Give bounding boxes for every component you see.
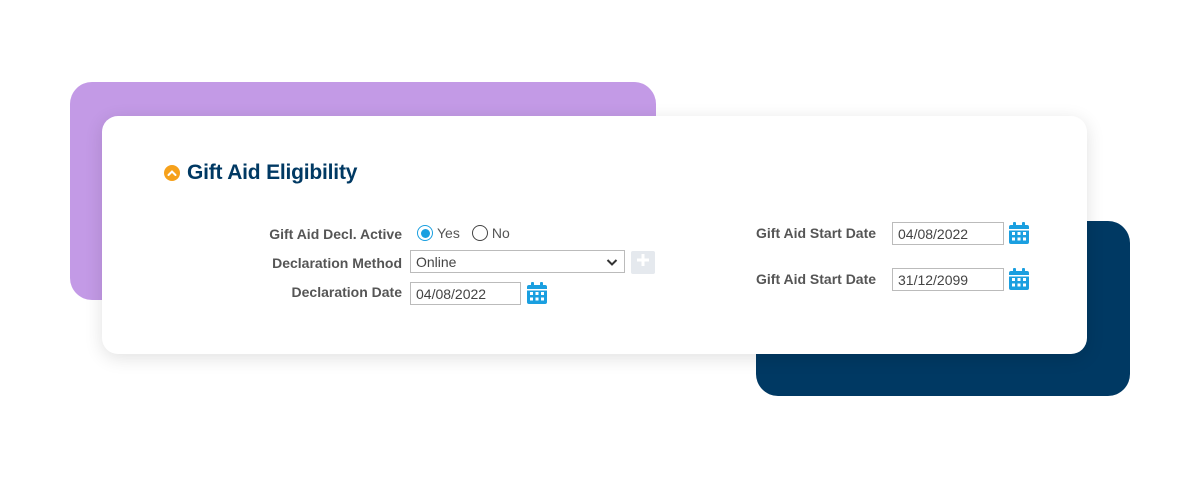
- chevron-up-icon[interactable]: [164, 165, 180, 181]
- section-header: Gift Aid Eligibility: [164, 161, 357, 185]
- end-date-value: 31/12/2099: [898, 271, 969, 288]
- end-date-input[interactable]: 31/12/2099: [892, 268, 1004, 291]
- declaration-method-value: Online: [416, 253, 457, 270]
- start-date-value: 04/08/2022: [898, 225, 969, 242]
- plus-icon: [636, 253, 650, 272]
- add-button[interactable]: [631, 251, 655, 274]
- declaration-date-label: Declaration Date: [291, 284, 402, 300]
- calendar-icon[interactable]: [1008, 267, 1030, 291]
- decl-active-radio-group: Yes No: [417, 225, 522, 241]
- declaration-date-value: 04/08/2022: [416, 285, 487, 302]
- declaration-method-label: Declaration Method: [272, 255, 402, 271]
- radio-no-label[interactable]: No: [492, 225, 510, 241]
- end-date-label: Gift Aid Start Date: [756, 271, 877, 287]
- radio-no[interactable]: [471, 225, 488, 241]
- calendar-icon[interactable]: [526, 281, 548, 305]
- gift-aid-card: Gift Aid Eligibility Gift Aid Decl. Acti…: [102, 116, 1087, 354]
- radio-yes-label[interactable]: Yes: [437, 225, 460, 241]
- start-date-input[interactable]: 04/08/2022: [892, 222, 1004, 245]
- declaration-method-select[interactable]: Online: [410, 250, 625, 273]
- calendar-icon[interactable]: [1008, 221, 1030, 245]
- chevron-down-icon: [606, 255, 618, 271]
- start-date-label: Gift Aid Start Date: [756, 225, 877, 241]
- declaration-date-input[interactable]: 04/08/2022: [410, 282, 521, 305]
- decl-active-label: Gift Aid Decl. Active: [269, 226, 402, 242]
- radio-yes[interactable]: [417, 225, 433, 241]
- section-title: Gift Aid Eligibility: [187, 161, 358, 184]
